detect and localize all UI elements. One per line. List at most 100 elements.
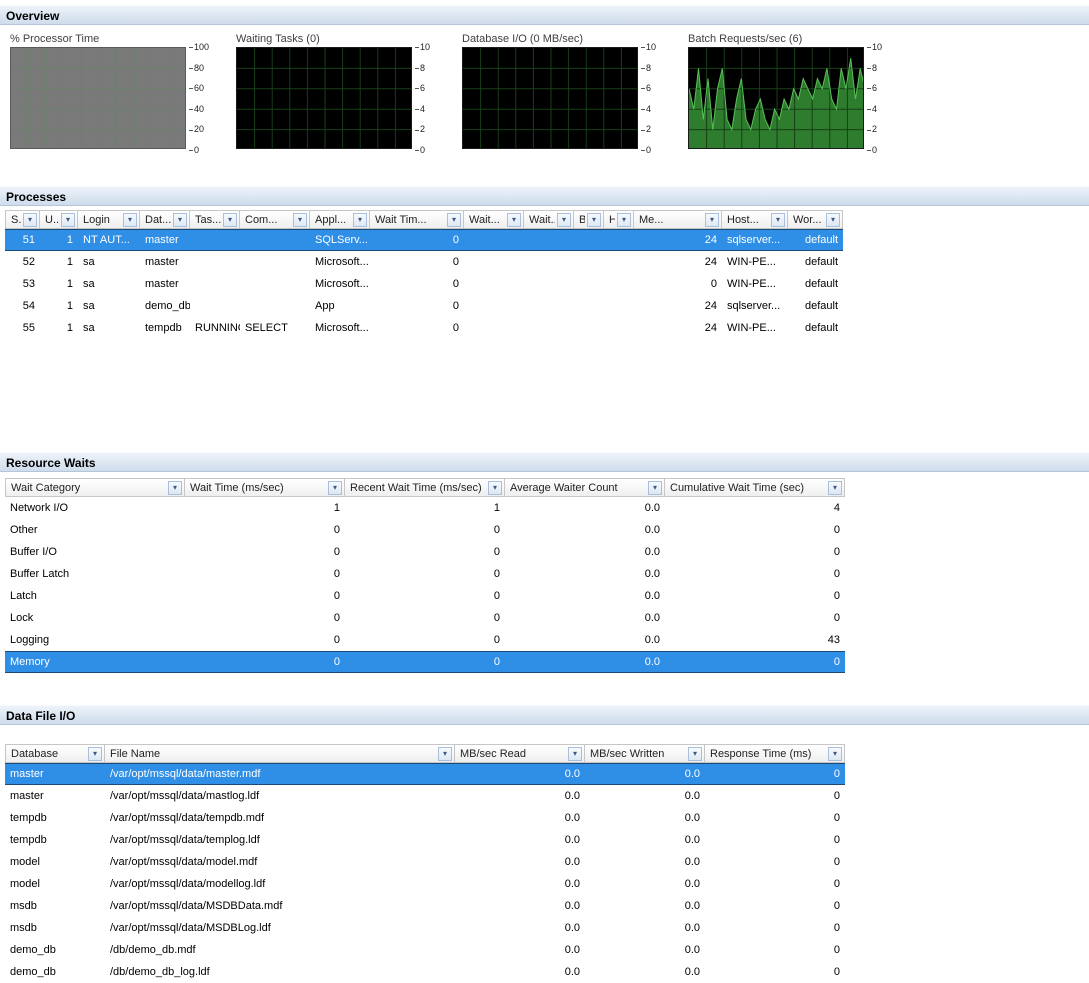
table-row[interactable]: Buffer Latch000.00 (5, 563, 845, 585)
filter-dropdown-icon[interactable]: ▾ (568, 747, 582, 761)
table-cell: 0 (665, 563, 845, 585)
filter-dropdown-icon[interactable]: ▾ (353, 213, 367, 227)
filter-dropdown-icon[interactable]: ▾ (828, 481, 842, 495)
table-row[interactable]: tempdb/var/opt/mssql/data/templog.ldf0.0… (5, 829, 845, 851)
filter-dropdown-icon[interactable]: ▾ (173, 213, 187, 227)
column-header-u[interactable]: U...▾ (40, 210, 78, 229)
filter-dropdown-icon[interactable]: ▾ (23, 213, 37, 227)
table-cell: model (5, 851, 105, 873)
filter-dropdown-icon[interactable]: ▾ (688, 747, 702, 761)
column-header-wait-time-ms-sec[interactable]: Wait Time (ms/sec)▾ (185, 478, 345, 497)
table-row[interactable]: Logging000.043 (5, 629, 845, 651)
table-row[interactable]: demo_db/db/demo_db_log.ldf0.00.00 (5, 961, 845, 983)
filter-dropdown-icon[interactable]: ▾ (61, 213, 75, 227)
filter-dropdown-icon[interactable]: ▾ (488, 481, 502, 495)
column-header-wait[interactable]: Wait...▾ (464, 210, 524, 229)
y-axis-database-io: 1086420 (641, 43, 656, 155)
table-cell: 0.0 (585, 939, 705, 961)
table-row[interactable]: msdb/var/opt/mssql/data/MSDBData.mdf0.00… (5, 895, 845, 917)
column-header-s[interactable]: S...▾ (5, 210, 40, 229)
column-header-label: Wait... (529, 214, 555, 226)
chart-plot-waiting-tasks (236, 47, 412, 149)
table-row[interactable]: 551satempdbRUNNINGSELECTMicrosoft...024W… (5, 317, 843, 339)
column-header-average-waiter-count[interactable]: Average Waiter Count▾ (505, 478, 665, 497)
column-header-mb-sec-written[interactable]: MB/sec Written▾ (585, 744, 705, 763)
y-axis-label: 0 (415, 146, 430, 155)
table-row[interactable]: 541sademo_dbApp024sqlserver...default (5, 295, 843, 317)
table-row[interactable]: tempdb/var/opt/mssql/data/tempdb.mdf0.00… (5, 807, 845, 829)
table-cell: 0.0 (455, 895, 585, 917)
column-header-wait-tim[interactable]: Wait Tim...▾ (370, 210, 464, 229)
filter-dropdown-icon[interactable]: ▾ (617, 213, 631, 227)
column-header-label: Wait... (469, 214, 505, 226)
table-cell (574, 229, 604, 251)
filter-dropdown-icon[interactable]: ▾ (771, 213, 785, 227)
table-row[interactable]: master/var/opt/mssql/data/master.mdf0.00… (5, 763, 845, 785)
filter-dropdown-icon[interactable]: ▾ (88, 747, 102, 761)
filter-dropdown-icon[interactable]: ▾ (123, 213, 137, 227)
column-header-com[interactable]: Com...▾ (240, 210, 310, 229)
filter-dropdown-icon[interactable]: ▾ (648, 481, 662, 495)
table-row[interactable]: demo_db/db/demo_db.mdf0.00.00 (5, 939, 845, 961)
table-cell: 0 (185, 563, 345, 585)
filter-dropdown-icon[interactable]: ▾ (705, 213, 719, 227)
table-cell: 0 (634, 273, 722, 295)
table-cell: 0.0 (505, 519, 665, 541)
filter-dropdown-icon[interactable]: ▾ (438, 747, 452, 761)
column-header-dat[interactable]: Dat...▾ (140, 210, 190, 229)
table-cell (464, 229, 524, 251)
column-header-wait-category[interactable]: Wait Category▾ (5, 478, 185, 497)
section-header-overview[interactable]: Overview (0, 5, 1089, 25)
filter-dropdown-icon[interactable]: ▾ (223, 213, 237, 227)
section-header-data-file-io[interactable]: Data File I/O (0, 705, 1089, 725)
section-header-resource-waits[interactable]: Resource Waits (0, 452, 1089, 472)
table-row[interactable]: 511NT AUT...masterSQLServ...024sqlserver… (5, 229, 843, 251)
column-header-b[interactable]: B...▾ (574, 210, 604, 229)
y-axis-label: 6 (867, 84, 882, 93)
table-row[interactable]: 531samasterMicrosoft...00WIN-PE...defaul… (5, 273, 843, 295)
table-row[interactable]: model/var/opt/mssql/data/modellog.ldf0.0… (5, 873, 845, 895)
table-cell: Other (5, 519, 185, 541)
column-header-response-time-ms[interactable]: Response Time (ms)▾ (705, 744, 845, 763)
column-header-cumulative-wait-time-sec[interactable]: Cumulative Wait Time (sec)▾ (665, 478, 845, 497)
table-row[interactable]: msdb/var/opt/mssql/data/MSDBLog.ldf0.00.… (5, 917, 845, 939)
filter-dropdown-icon[interactable]: ▾ (828, 747, 842, 761)
column-header-host[interactable]: Host...▾ (722, 210, 788, 229)
table-cell: 0.0 (585, 763, 705, 785)
chart-plot-database-io (462, 47, 638, 149)
filter-dropdown-icon[interactable]: ▾ (447, 213, 461, 227)
table-row[interactable]: Latch000.00 (5, 585, 845, 607)
filter-dropdown-icon[interactable]: ▾ (293, 213, 307, 227)
filter-dropdown-icon[interactable]: ▾ (328, 481, 342, 495)
table-cell: /db/demo_db_log.ldf (105, 961, 455, 983)
column-header-database[interactable]: Database▾ (5, 744, 105, 763)
column-header-file-name[interactable]: File Name▾ (105, 744, 455, 763)
column-header-appl[interactable]: Appl...▾ (310, 210, 370, 229)
filter-dropdown-icon[interactable]: ▾ (168, 481, 182, 495)
table-row[interactable]: Buffer I/O000.00 (5, 541, 845, 563)
table-row[interactable]: Lock000.00 (5, 607, 845, 629)
filter-dropdown-icon[interactable]: ▾ (507, 213, 521, 227)
table-row[interactable]: 521samasterMicrosoft...024WIN-PE...defau… (5, 251, 843, 273)
column-header-wor[interactable]: Wor...▾ (788, 210, 843, 229)
column-header-label: Me... (639, 214, 703, 226)
table-cell: Buffer Latch (5, 563, 185, 585)
section-header-processes[interactable]: Processes (0, 186, 1089, 206)
column-header-me[interactable]: Me...▾ (634, 210, 722, 229)
table-row[interactable]: Network I/O110.04 (5, 497, 845, 519)
filter-dropdown-icon[interactable]: ▾ (826, 213, 840, 227)
filter-dropdown-icon[interactable]: ▾ (557, 213, 571, 227)
column-header-tas[interactable]: Tas...▾ (190, 210, 240, 229)
column-header-recent-wait-time-ms-sec[interactable]: Recent Wait Time (ms/sec)▾ (345, 478, 505, 497)
column-header-login[interactable]: Login▾ (78, 210, 140, 229)
column-header-mb-sec-read[interactable]: MB/sec Read▾ (455, 744, 585, 763)
table-row[interactable]: Other000.00 (5, 519, 845, 541)
table-row[interactable]: model/var/opt/mssql/data/model.mdf0.00.0… (5, 851, 845, 873)
table-row[interactable]: Memory000.00 (5, 651, 845, 673)
table-cell (604, 251, 634, 273)
column-header-h[interactable]: H...▾ (604, 210, 634, 229)
table-cell: SELECT (240, 317, 310, 339)
column-header-wait[interactable]: Wait...▾ (524, 210, 574, 229)
filter-dropdown-icon[interactable]: ▾ (587, 213, 601, 227)
table-row[interactable]: master/var/opt/mssql/data/mastlog.ldf0.0… (5, 785, 845, 807)
